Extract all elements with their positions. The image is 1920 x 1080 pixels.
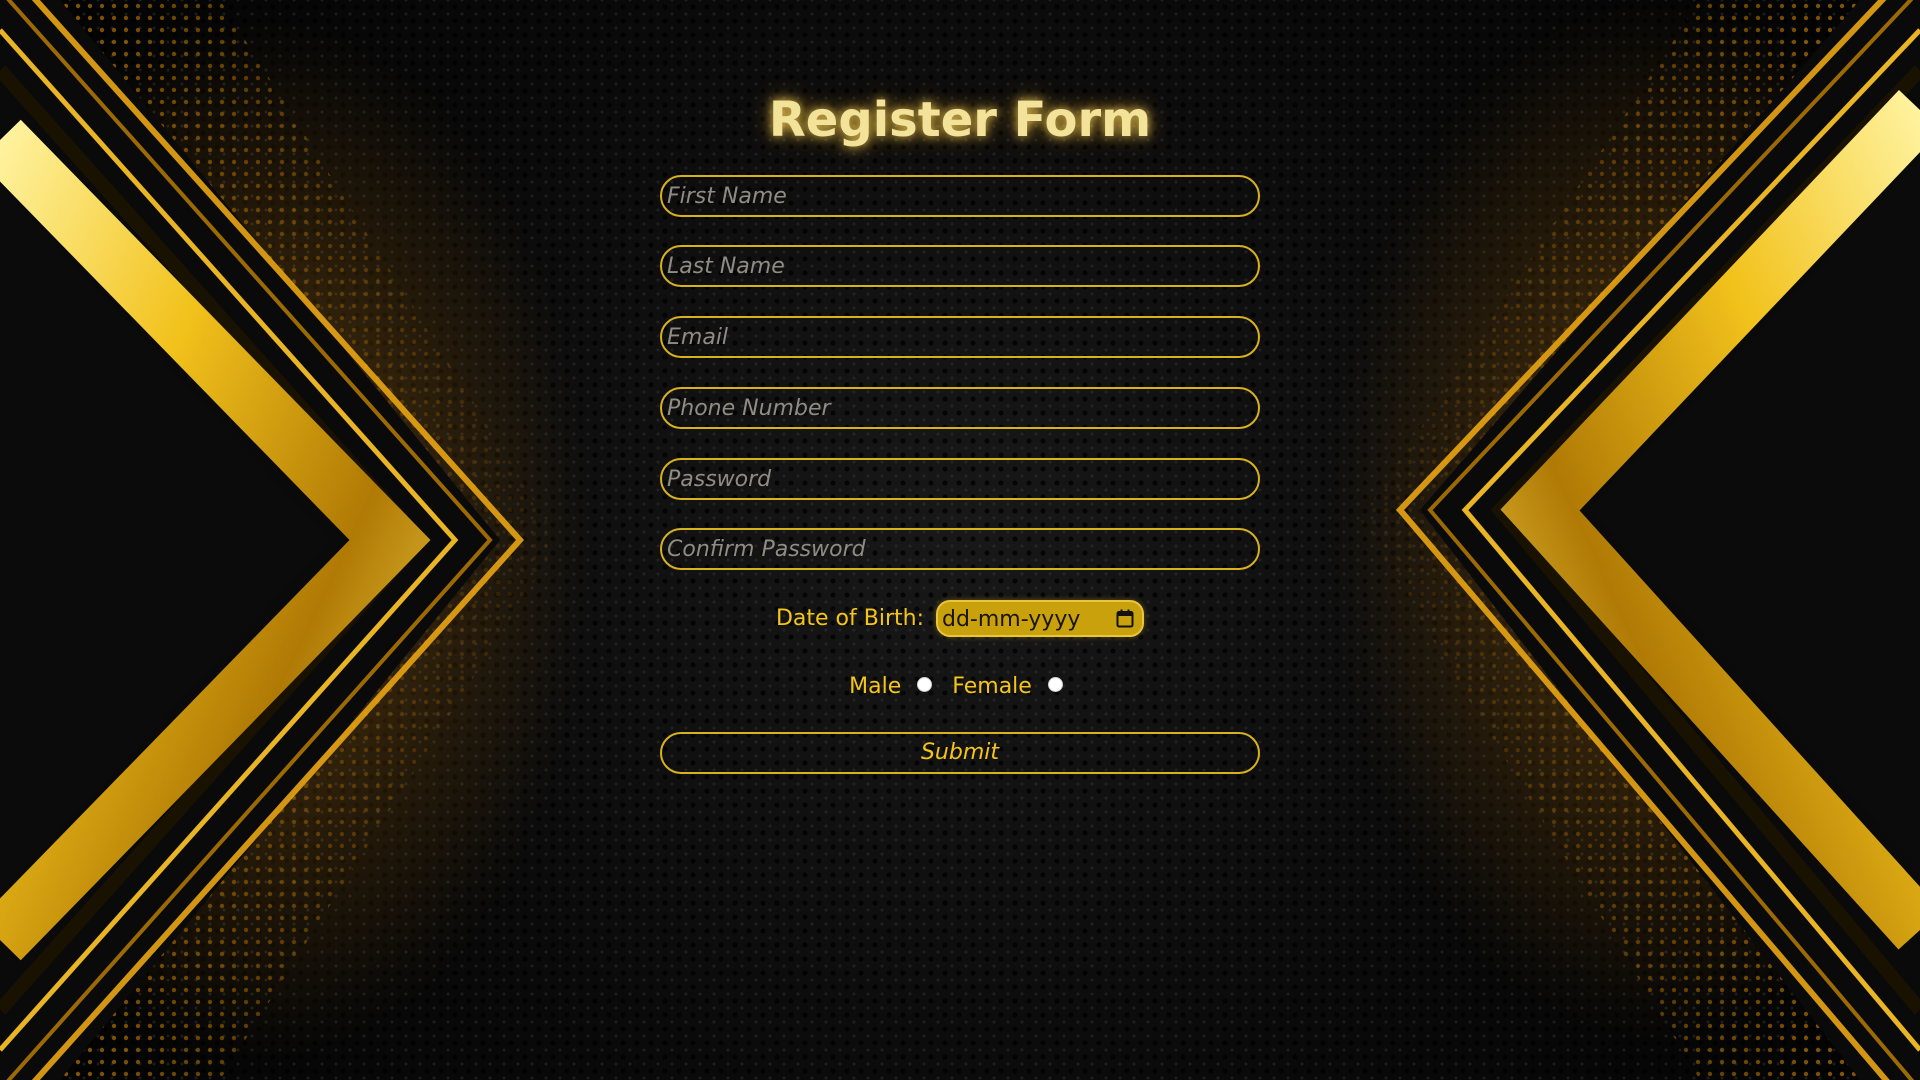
register-form: Register Form Date of Birth: dd-mm-yyyy bbox=[660, 90, 1260, 774]
submit-button[interactable]: Submit bbox=[660, 732, 1260, 774]
phone-number-field[interactable] bbox=[660, 387, 1260, 429]
last-name-field[interactable] bbox=[660, 245, 1260, 287]
gender-row: Male Female bbox=[660, 668, 1260, 704]
date-of-birth-placeholder: dd-mm-yyyy bbox=[942, 606, 1081, 632]
email-field[interactable] bbox=[660, 316, 1260, 358]
female-radio[interactable] bbox=[1047, 676, 1063, 692]
date-of-birth-input[interactable]: dd-mm-yyyy bbox=[936, 599, 1144, 637]
confirm-password-field[interactable] bbox=[660, 528, 1260, 570]
male-radio[interactable] bbox=[917, 676, 933, 692]
female-label: Female bbox=[952, 673, 1032, 699]
form-title: Register Form bbox=[768, 92, 1152, 148]
password-field[interactable] bbox=[660, 458, 1260, 500]
calendar-icon[interactable] bbox=[1116, 609, 1134, 628]
date-of-birth-label: Date of Birth: bbox=[775, 605, 924, 631]
male-label: Male bbox=[849, 673, 902, 699]
first-name-field[interactable] bbox=[660, 175, 1260, 217]
page-background: Register Form Date of Birth: dd-mm-yyyy bbox=[0, 0, 1920, 1080]
date-of-birth-row: Date of Birth: dd-mm-yyyy bbox=[660, 598, 1260, 638]
